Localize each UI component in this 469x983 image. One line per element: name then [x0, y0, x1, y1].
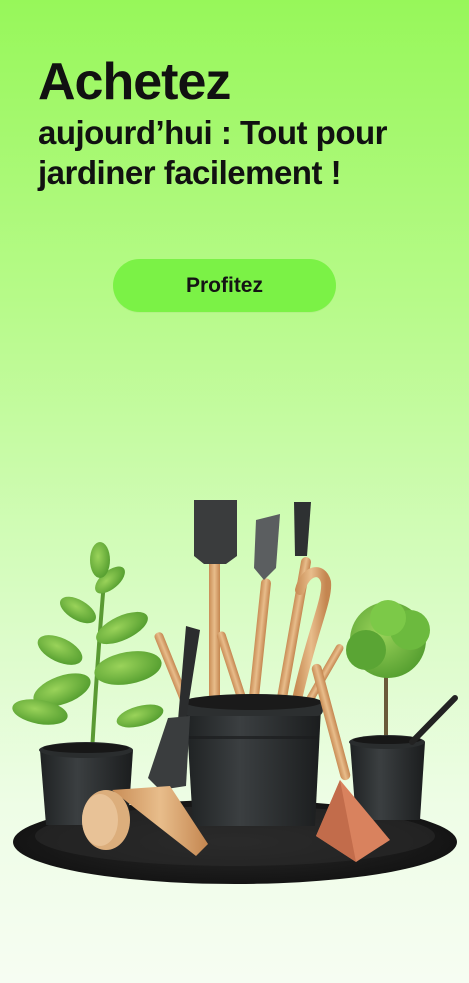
cta-button[interactable]: Profitez	[113, 259, 336, 312]
promo-subtitle-line2: jardiner facilement !	[38, 154, 342, 191]
garden-tools-illustration	[12, 500, 458, 884]
central-bucket	[184, 694, 323, 826]
promo-subtitle-line1: aujourd’hui : Tout pour	[38, 114, 387, 151]
right-potted-tree	[346, 600, 458, 820]
promo-title: Achetez	[38, 53, 231, 111]
promo-headline: Achetez aujourd’hui : Tout pour jardiner…	[38, 52, 458, 192]
left-potted-plant	[12, 542, 164, 825]
